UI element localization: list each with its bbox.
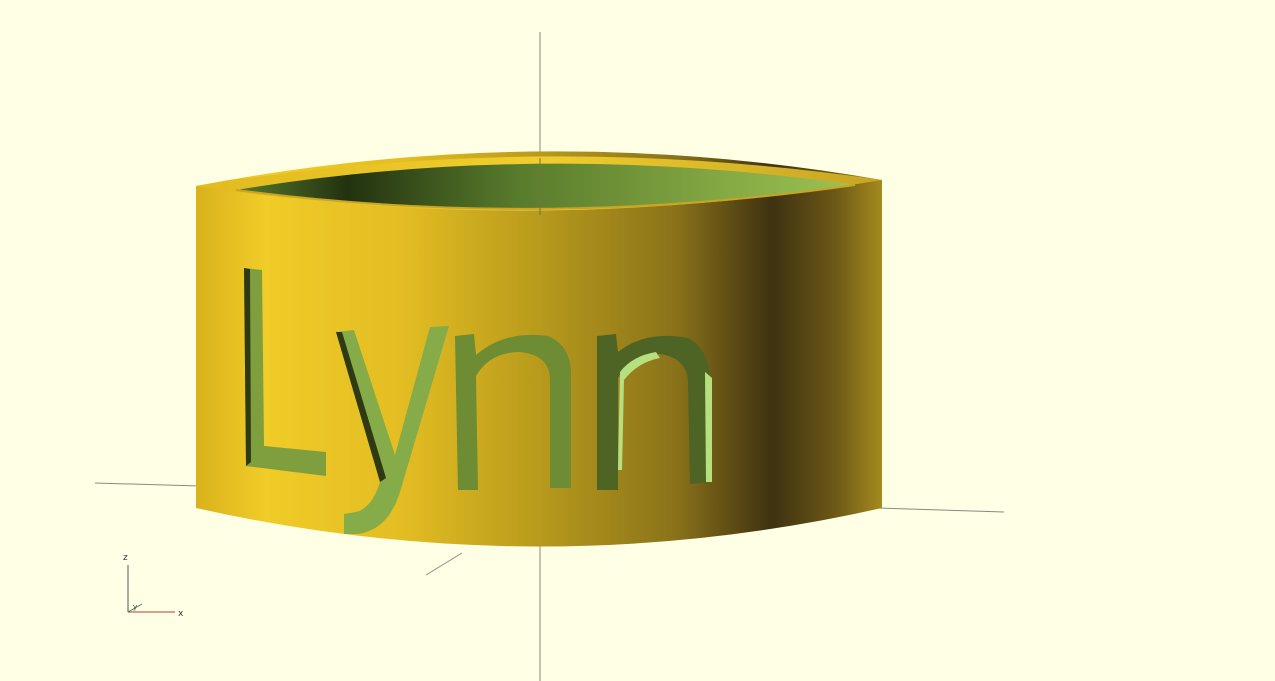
ring-model[interactable] (196, 151, 882, 547)
3d-viewport[interactable]: x z y (0, 0, 1275, 681)
axis-indicator-z-label: z (123, 553, 128, 563)
scene-canvas[interactable]: x z y (0, 0, 1275, 681)
world-y-axis (425, 552, 463, 576)
world-x-axis-pos (877, 507, 1005, 513)
world-x-axis-neg (94, 482, 201, 487)
axis-indicator-x-label: x (178, 609, 184, 619)
axis-indicator-y-label: y (133, 603, 137, 611)
letter-n-2-edge (705, 372, 712, 482)
axis-indicator: x z y (123, 553, 184, 619)
